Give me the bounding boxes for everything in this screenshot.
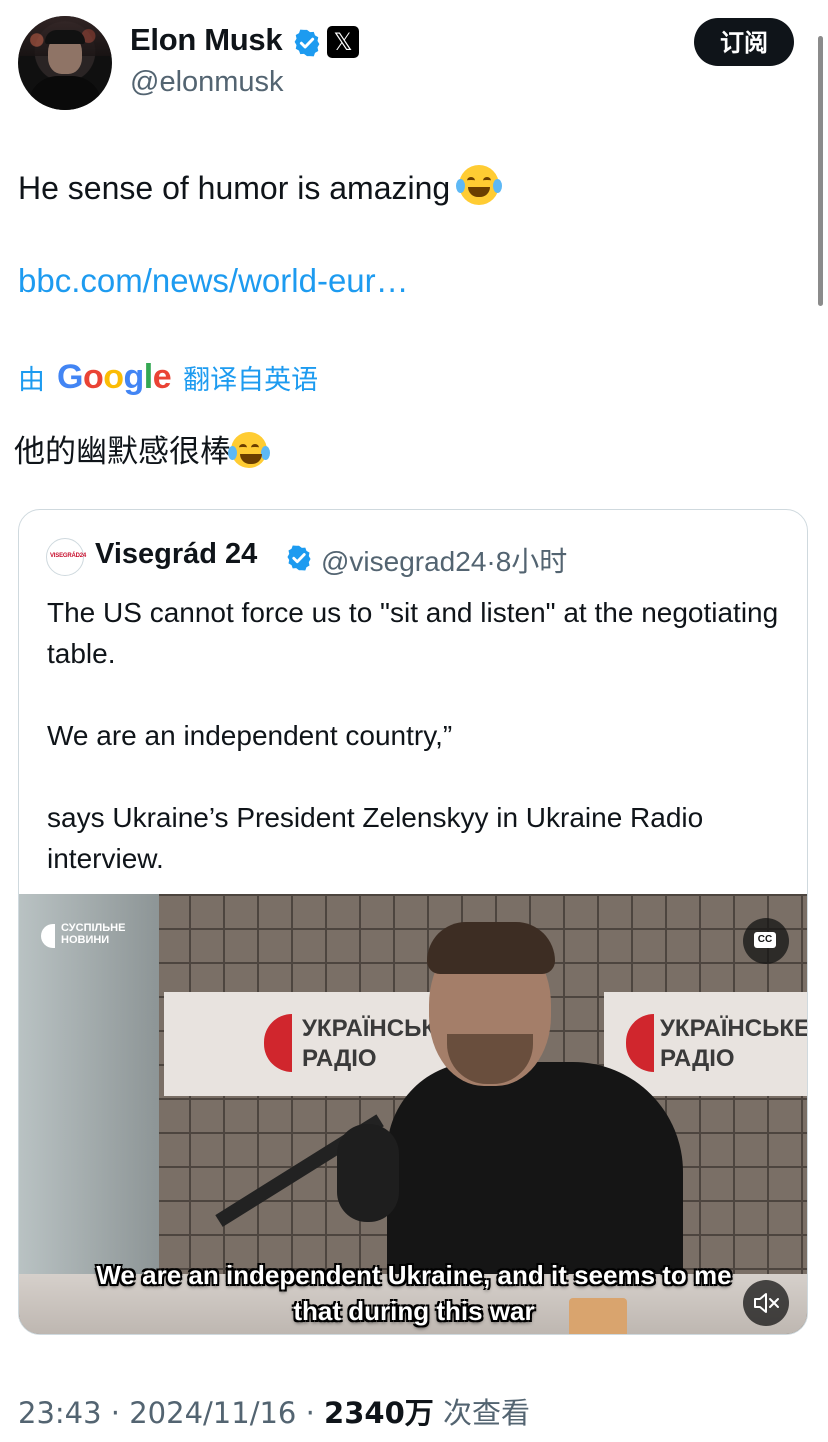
muted-speaker-icon: [754, 1293, 779, 1313]
tweet-text: He sense of humor is amazing: [18, 165, 503, 207]
quoted-author-handle: @visegrad24: [321, 546, 487, 577]
tweet-text-content: He sense of humor is amazing: [18, 170, 451, 206]
broadcaster-logo-line1: СУСПІЛЬНЕ: [61, 922, 126, 934]
view-count-label: 次查看: [442, 1396, 530, 1430]
verified-badge-icon: [294, 29, 320, 57]
closed-captions-icon: CC: [754, 932, 776, 948]
view-count: 2340万: [324, 1396, 434, 1430]
tweet-link[interactable]: bbc.com/news/world-eur…: [18, 262, 409, 300]
scrollbar[interactable]: [818, 36, 823, 306]
broadcaster-logo: СУСПІЛЬНЕ НОВИНИ: [41, 922, 126, 948]
quoted-author-name[interactable]: Visegrád 24: [95, 538, 257, 571]
quoted-author-avatar[interactable]: VISEGRÁD24: [46, 538, 87, 576]
video-player[interactable]: СУСПІЛЬНЕ НОВИНИ УКРАЇНСЬКЕ РАДІО УКРАЇН…: [19, 894, 808, 1334]
verified-badge-icon: [287, 545, 311, 571]
author-name[interactable]: Elon Musk: [130, 22, 283, 58]
tweet-date[interactable]: · 2024/11/16 ·: [111, 1396, 315, 1430]
translated-text-content: 他的幽默感很棒: [14, 434, 231, 470]
closed-captions-button[interactable]: CC: [743, 918, 789, 964]
video-subtitle-line1: We are an independent Ukraine, and it se…: [96, 1260, 732, 1290]
translated-by-suffix: 翻译自英语: [183, 365, 319, 396]
mute-button[interactable]: [743, 1280, 789, 1326]
quoted-tweet-text: The US cannot force us to "sit and liste…: [47, 597, 779, 874]
quoted-tweet-card[interactable]: VISEGRÁD24 Visegrád 24 @visegrad24·8小时 T…: [18, 509, 808, 1335]
emoji-tears-of-joy-icon: [228, 432, 270, 468]
x-logo-icon: 𝕏: [327, 26, 359, 58]
author-avatar[interactable]: [18, 16, 112, 110]
translated-text: 他的幽默感很棒: [14, 426, 270, 471]
translation-attribution[interactable]: 由 Google 翻译自英语: [18, 358, 318, 397]
emoji-tears-of-joy-icon: [456, 165, 503, 205]
subscribe-button[interactable]: 订阅: [694, 18, 794, 66]
quoted-avatar-logo-text: VISEGRÁD24: [50, 553, 87, 559]
tweet-time[interactable]: 23:43: [18, 1396, 102, 1430]
microphone: [337, 1124, 399, 1222]
quoted-author-handle-and-time[interactable]: @visegrad24·8小时: [321, 540, 567, 580]
speaker-hair: [427, 922, 555, 974]
video-subtitle-line2: that during this war: [293, 1296, 535, 1326]
tweet-metadata: 23:43 · 2024/11/16 · 2340万 次查看: [18, 1390, 530, 1432]
translated-by-prefix: 由: [18, 365, 45, 396]
radio-sign-right-text: УКРАЇНСЬКЕ РАДІО: [660, 1015, 808, 1072]
quoted-time: ·8小时: [486, 546, 568, 577]
author-handle[interactable]: @elonmusk: [130, 66, 284, 99]
google-logo: Google: [57, 358, 172, 396]
broadcaster-logo-line2: НОВИНИ: [61, 934, 110, 946]
